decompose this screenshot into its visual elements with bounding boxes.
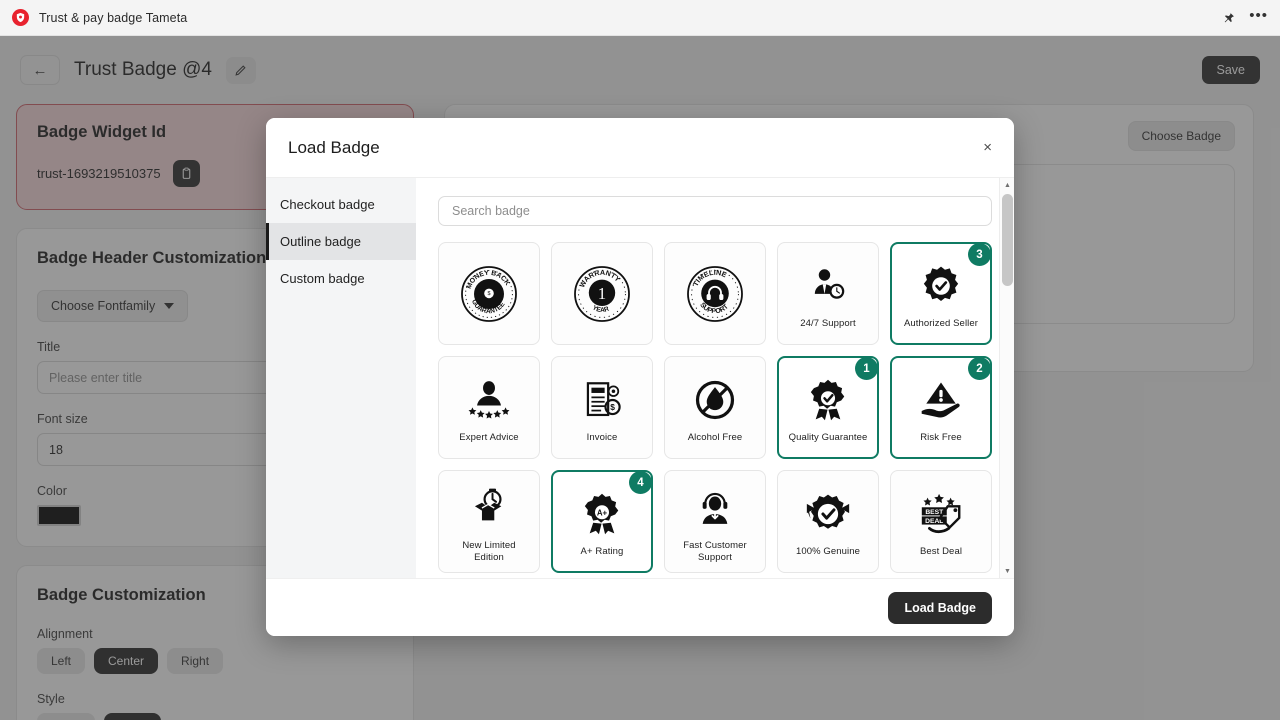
badge-grid: $ MONEY BACK GUARANTEE Money Back Guaran… <box>438 242 992 573</box>
browser-more-menu-icon[interactable]: ••• <box>1249 8 1268 28</box>
browser-tab-title: Trust & pay badge Tameta <box>39 10 188 25</box>
badge-selection-number: 3 <box>968 244 990 266</box>
nav-item-outline-badge[interactable]: Outline badge <box>266 223 416 260</box>
badge-card-authorized-seller[interactable]: 3 Authorized Seller <box>890 242 992 345</box>
badge-label: 24/7 Support <box>800 317 856 329</box>
modal-header: Load Badge × <box>266 118 1014 177</box>
genuine-rosette-check-icon <box>800 486 856 542</box>
person-stars-icon <box>461 372 517 428</box>
screen: Trust & pay badge Tameta ••• ← Trust Bad… <box>0 0 1280 720</box>
warranty-one-year-seal-icon: 1 WARRANTY YEAR <box>571 263 633 325</box>
svg-text:1: 1 <box>598 283 606 302</box>
badge-card-new-limited-edition[interactable]: New Limited Edition <box>438 470 540 573</box>
scroll-down-arrow-icon[interactable]: ▼ <box>1000 564 1014 578</box>
badge-label: Risk Free <box>920 431 962 443</box>
headset-agent-arrow-icon <box>687 480 743 536</box>
load-badge-button[interactable]: Load Badge <box>888 591 992 624</box>
badge-card-24-7-support[interactable]: 24/7 Support <box>777 242 879 345</box>
badge-card-quality-guarantee[interactable]: 1 Quality Guarantee <box>777 356 879 459</box>
scroll-up-arrow-icon[interactable]: ▲ <box>1000 178 1014 192</box>
nav-item-checkout-badge[interactable]: Checkout badge <box>266 186 416 223</box>
badge-label: New Limited Edition <box>462 539 516 563</box>
badge-card-100-genuine[interactable]: 100% Genuine <box>777 470 879 573</box>
modal-title: Load Badge <box>288 137 380 157</box>
badge-card-risk-free[interactable]: 2 Risk Free <box>890 356 992 459</box>
svg-text:A+: A+ <box>597 508 608 517</box>
badge-card-best-offer[interactable]: BEST DEAL Best Deal <box>890 470 992 573</box>
modal-category-nav: Checkout badge Outline badge Custom badg… <box>266 178 416 578</box>
badge-card-alcohol-free[interactable]: Alcohol Free <box>664 356 766 459</box>
svg-text:$: $ <box>610 402 615 412</box>
badge-selection-number: 4 <box>629 472 651 494</box>
badge-card-invoice[interactable]: $ Invoice <box>551 356 653 459</box>
award-ribbon-aplus-icon: A+ <box>574 486 630 542</box>
badge-label: Expert Advice <box>459 431 519 443</box>
shield-icon <box>12 9 29 26</box>
hand-warning-icon <box>913 372 969 428</box>
timeline-support-seal-icon: TIMELINE SUPPORT <box>684 263 746 325</box>
badge-selection-number: 1 <box>855 358 877 380</box>
modal-body: Checkout badge Outline badge Custom badg… <box>266 177 1014 578</box>
badge-picker-content: $ MONEY BACK GUARANTEE Money Back Guaran… <box>416 178 1014 578</box>
check-rosette-icon <box>913 258 969 314</box>
no-alcohol-drop-icon <box>687 372 743 428</box>
badge-card-warranty-1-year[interactable]: 1 WARRANTY YEAR Warranty 1 Year <box>551 242 653 345</box>
badge-label: A+ Rating <box>580 545 624 557</box>
money-back-guarantee-seal-icon: $ MONEY BACK GUARANTEE <box>458 263 520 325</box>
agent-clock-icon <box>800 258 856 314</box>
badge-card-expert-advice[interactable]: Expert Advice <box>438 356 540 459</box>
badge-label: Best Deal <box>919 545 963 557</box>
box-clock-icon <box>461 480 517 536</box>
pin-icon[interactable] <box>1222 11 1235 24</box>
close-icon[interactable]: × <box>983 140 992 155</box>
award-ribbon-check-icon <box>800 372 856 428</box>
search-input[interactable] <box>438 196 992 226</box>
modal-footer: Load Badge <box>266 578 1014 636</box>
badge-label: Alcohol Free <box>687 431 743 443</box>
invoice-dollar-icon: $ <box>574 372 630 428</box>
svg-text:$: $ <box>488 291 491 297</box>
badge-label: Fast Customer Support <box>683 539 747 563</box>
badge-card-fast-customer-support[interactable]: Fast Customer Support <box>664 470 766 573</box>
badge-label: Invoice <box>586 431 618 443</box>
load-badge-modal: Load Badge × Checkout badge Outline badg… <box>266 118 1014 636</box>
browser-tab[interactable]: Trust & pay badge Tameta <box>12 9 187 26</box>
best-deal-tag-icon: BEST DEAL <box>913 486 969 542</box>
badge-card-timeline-support[interactable]: TIMELINE SUPPORT Timeline Support <box>664 242 766 345</box>
badge-grid-scrollbar[interactable]: ▲ ▼ <box>999 178 1014 578</box>
scrollbar-thumb[interactable] <box>1002 194 1013 286</box>
badge-label: Quality Guarantee <box>788 431 868 443</box>
nav-item-custom-badge[interactable]: Custom badge <box>266 260 416 297</box>
browser-topbar-actions: ••• <box>1222 8 1268 28</box>
badge-card-a-plus-rating[interactable]: 4 A+ A+ Rating <box>551 470 653 573</box>
badge-card-money-back-guarantee[interactable]: $ MONEY BACK GUARANTEE Money Back Guaran… <box>438 242 540 345</box>
browser-topbar: Trust & pay badge Tameta ••• <box>0 0 1280 36</box>
badge-label: Authorized Seller <box>903 317 979 329</box>
badge-selection-number: 2 <box>968 358 990 380</box>
badge-label: 100% Genuine <box>795 545 861 557</box>
